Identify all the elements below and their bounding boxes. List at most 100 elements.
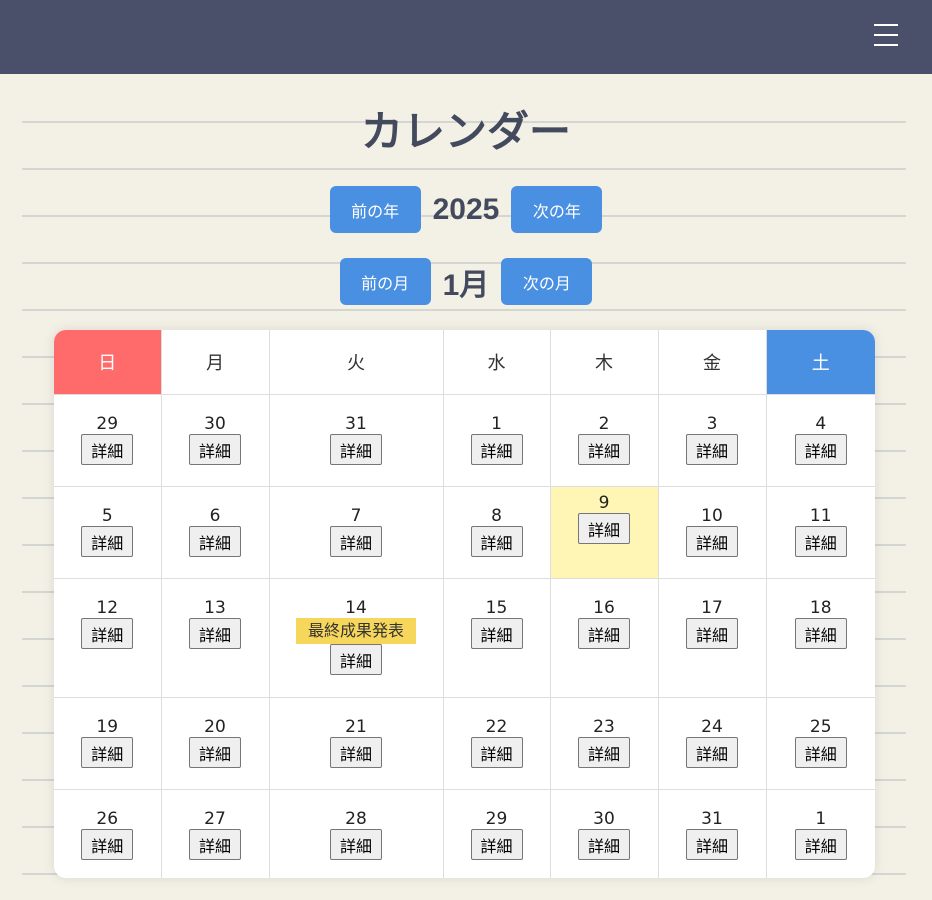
detail-button[interactable]: 詳細 [578,513,630,544]
detail-button[interactable]: 詳細 [470,829,523,860]
top-bar [0,0,932,74]
detail-button[interactable]: 詳細 [686,737,738,768]
calendar-day-cell: 4 詳細 [765,394,875,487]
calendar-day-cell: 5 詳細 [54,486,162,579]
detail-button[interactable]: 詳細 [189,618,241,649]
day-number: 6 [209,506,221,526]
day-number: 29 [485,809,508,829]
detail-button[interactable]: 詳細 [686,526,738,557]
calendar-day-cell: 12 詳細 [54,578,162,698]
calendar-day-cell: 27 詳細 [160,789,270,878]
detail-button[interactable]: 詳細 [470,737,523,768]
day-number: 4 [815,414,827,434]
detail-button[interactable]: 詳細 [330,737,382,768]
detail-button[interactable]: 詳細 [578,737,630,768]
weekday-thursday: 木 [549,330,659,395]
day-number: 18 [809,598,832,618]
day-number: 13 [204,598,226,618]
calendar-week-row: 26 詳細 27 詳細 28 詳細 29 詳細 30 詳細 31 詳細 1 詳細 [54,789,875,878]
detail-button[interactable]: 詳細 [578,618,630,649]
detail-button[interactable]: 詳細 [189,829,241,860]
calendar-card: 日 月 火 水 木 金 土 29 詳細 30 詳細 31 詳細 1 詳細 2 詳細 3 詳細 4 詳細 5 詳… [54,330,875,878]
day-number: 19 [96,717,119,737]
weekday-wednesday: 水 [442,330,551,395]
detail-button[interactable]: 詳細 [794,526,847,557]
detail-button[interactable]: 詳細 [578,434,630,465]
detail-button[interactable]: 詳細 [189,434,241,465]
detail-button[interactable]: 詳細 [330,434,382,465]
calendar-day-cell: 13 詳細 [160,578,270,698]
day-number: 11 [809,506,832,526]
day-number: 1 [491,414,502,434]
detail-button[interactable]: 詳細 [81,737,134,768]
hamburger-menu-icon[interactable] [874,24,898,46]
day-number: 22 [485,717,508,737]
day-number: 28 [345,809,367,829]
next-year-button[interactable]: 次の年 [511,186,603,233]
day-number: 1 [815,809,827,829]
current-month: 1月 [442,268,490,302]
day-number: 23 [593,717,615,737]
detail-button[interactable]: 詳細 [794,737,847,768]
detail-button[interactable]: 詳細 [81,829,134,860]
calendar-day-cell: 31 詳細 [268,394,444,487]
calendar-day-cell: 30 詳細 [549,789,659,878]
detail-button[interactable]: 詳細 [330,829,382,860]
prev-year-button[interactable]: 前の年 [329,186,421,233]
calendar-day-cell: 17 詳細 [657,578,767,698]
day-number: 3 [706,414,718,434]
calendar-day-cell: 30 詳細 [160,394,270,487]
day-number: 8 [491,506,502,526]
day-number: 16 [593,598,615,618]
detail-button[interactable]: 詳細 [470,526,523,557]
day-number: 17 [701,598,723,618]
calendar-day-cell: 28 詳細 [268,789,444,878]
calendar-day-cell: 7 詳細 [268,486,444,579]
detail-button[interactable]: 詳細 [189,526,241,557]
menu-line [874,44,898,46]
detail-button[interactable]: 詳細 [686,434,738,465]
calendar-day-cell: 10 詳細 [657,486,767,579]
month-navigation: 前の月 1月 次の月 [0,258,932,305]
calendar-week-row: 29 詳細 30 詳細 31 詳細 1 詳細 2 詳細 3 詳細 4 詳細 [54,394,875,487]
weekday-header-row: 日 月 火 水 木 金 土 [54,330,875,395]
next-month-button[interactable]: 次の月 [501,258,593,305]
detail-button[interactable]: 詳細 [470,618,523,649]
weekday-monday: 月 [160,330,270,395]
calendar-day-cell: 25 詳細 [765,697,875,790]
calendar-day-cell: 1 詳細 [765,789,875,878]
weekday-sunday: 日 [54,330,162,395]
current-year: 2025 [432,192,500,226]
calendar-day-cell: 3 詳細 [657,394,767,487]
calendar-day-cell: 22 詳細 [442,697,551,790]
day-number: 31 [345,414,367,434]
day-number: 7 [350,506,362,526]
weekday-friday: 金 [657,330,767,395]
detail-button[interactable]: 詳細 [330,644,382,675]
detail-button[interactable]: 詳細 [470,434,523,465]
day-number: 27 [204,809,226,829]
detail-button[interactable]: 詳細 [189,737,241,768]
day-number: 20 [204,717,226,737]
calendar-day-cell: 23 詳細 [549,697,659,790]
prev-month-button[interactable]: 前の月 [339,258,431,305]
detail-button[interactable]: 詳細 [686,829,738,860]
detail-button[interactable]: 詳細 [794,618,847,649]
calendar-day-cell: 6 詳細 [160,486,270,579]
detail-button[interactable]: 詳細 [330,526,382,557]
day-number: 2 [598,414,610,434]
day-number: 24 [701,717,723,737]
detail-button[interactable]: 詳細 [81,618,134,649]
calendar-day-cell: 20 詳細 [160,697,270,790]
detail-button[interactable]: 詳細 [686,618,738,649]
detail-button[interactable]: 詳細 [578,829,630,860]
detail-button[interactable]: 詳細 [794,829,847,860]
calendar-day-cell: 18 詳細 [765,578,875,698]
day-number: 10 [701,506,723,526]
event-label[interactable]: 最終成果発表 [295,618,416,644]
detail-button[interactable]: 詳細 [81,434,134,465]
detail-button[interactable]: 詳細 [81,526,134,557]
calendar-day-cell: 26 詳細 [54,789,162,878]
detail-button[interactable]: 詳細 [794,434,847,465]
calendar-day-cell: 16 詳細 [549,578,659,698]
